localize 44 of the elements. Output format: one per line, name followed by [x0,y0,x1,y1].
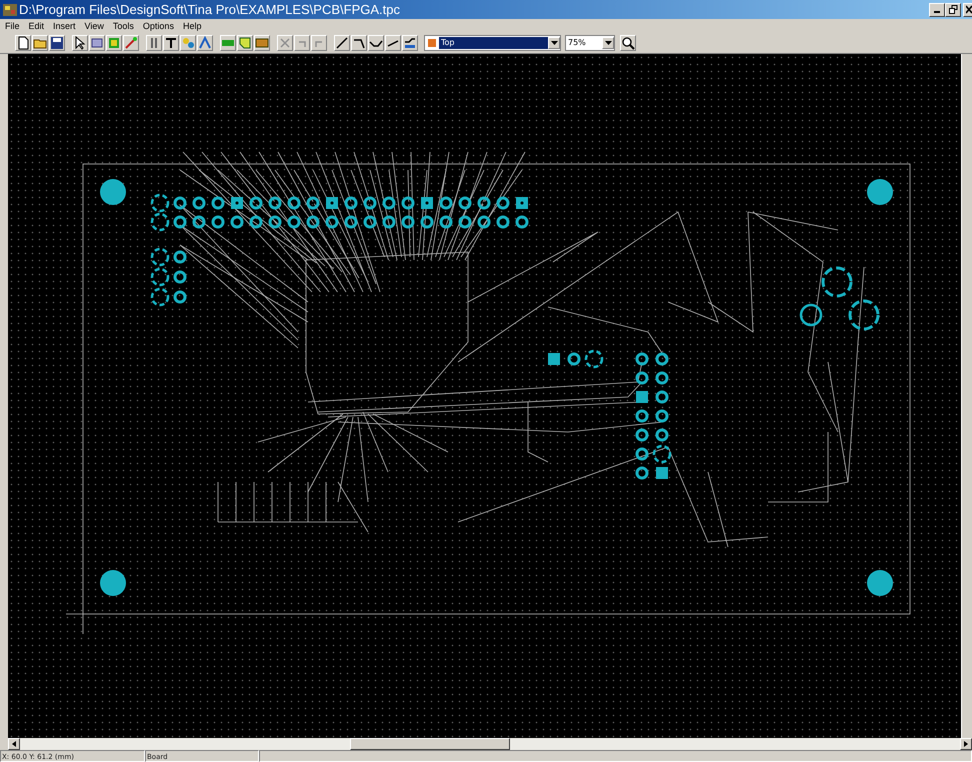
menu-item[interactable]: Insert [53,20,76,30]
new-file-icon[interactable] [14,34,30,50]
net-trace-icon[interactable] [402,34,418,50]
diagonal-trace-icon[interactable] [334,34,350,50]
delete-icon[interactable] [276,34,292,50]
menu-item[interactable]: File [5,20,20,30]
dropdown-arrow-icon [550,40,558,44]
restore-icon [948,5,958,14]
pointer-icon[interactable] [72,34,88,50]
undo-icon[interactable] [294,34,310,50]
minimize-button[interactable] [929,2,945,16]
menu-item[interactable]: Options [142,20,174,30]
scroll-right-icon[interactable] [960,738,972,750]
dropdown-arrow-icon [604,40,612,44]
restore-button[interactable] [945,2,961,16]
chip-icon[interactable] [106,34,122,50]
window-title: D:\Program Files\DesignSoft\Tina Pro\EXAMPLES\PCB\FPGA.tpc [19,2,400,17]
scrollbar-thumb[interactable] [350,738,510,750]
polygon-icon[interactable] [236,34,252,50]
text-icon[interactable] [162,34,178,50]
zoom-dropdown[interactable]: 75% [565,34,615,50]
menu-item[interactable]: View [84,20,104,30]
component-icon[interactable] [88,34,104,50]
minimize-icon [934,11,940,13]
save-icon[interactable] [48,34,64,50]
layer-dropdown[interactable]: Top [424,34,561,50]
menu-item[interactable]: Edit [28,20,44,30]
wand-icon[interactable] [122,34,138,50]
menu-item[interactable]: Tools [112,20,134,30]
scroll-left-icon[interactable] [8,738,20,750]
horizontal-scrollbar[interactable] [8,738,972,750]
bars-icon[interactable] [146,34,162,50]
close-button[interactable] [963,2,972,16]
corner-trace-icon[interactable] [350,34,366,50]
app-icon [2,2,18,18]
rectangle-icon[interactable] [220,34,236,50]
fill-icon[interactable] [254,34,270,50]
open-folder-icon[interactable] [32,34,48,50]
magnifier-icon[interactable] [620,34,636,50]
line-trace-icon[interactable] [384,34,400,50]
redo-icon[interactable] [310,34,326,50]
menu-item[interactable]: Help [182,20,202,30]
close-icon [966,5,972,14]
step-trace-icon[interactable] [368,34,384,50]
